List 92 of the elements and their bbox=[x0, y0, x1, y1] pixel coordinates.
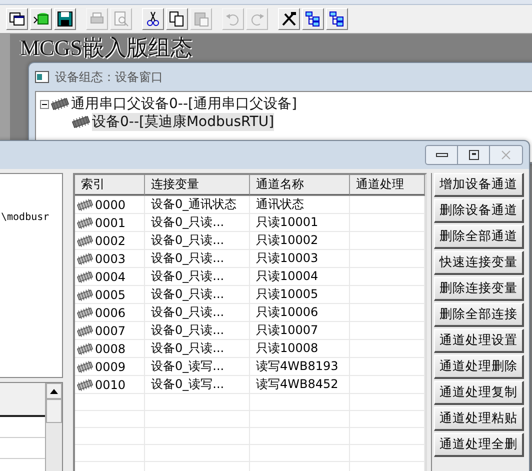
table-cell: 通讯状态 bbox=[256, 196, 304, 213]
command-button[interactable]: 通道处理设置 bbox=[434, 329, 524, 353]
table-cell: 读写4WB8452 bbox=[256, 376, 338, 393]
command-button[interactable]: 通道处理全删 bbox=[434, 433, 524, 457]
chip-icon bbox=[77, 360, 93, 372]
table-cell: 0002 bbox=[95, 234, 126, 248]
table-cell: 只读10008 bbox=[256, 340, 318, 357]
close-icon bbox=[501, 150, 511, 160]
table-cell: 只读10006 bbox=[256, 304, 318, 321]
chip-icon bbox=[72, 116, 90, 128]
table-cell: 设备0_只读... bbox=[151, 232, 224, 249]
table-cell: 0001 bbox=[95, 216, 126, 230]
toolbar-button[interactable] bbox=[302, 8, 324, 30]
magnifier-page-icon bbox=[113, 11, 129, 27]
table-cell: 只读10002 bbox=[256, 232, 318, 249]
toolbar-button[interactable] bbox=[54, 8, 76, 30]
device-path-text: \modbusr bbox=[1, 212, 50, 223]
table-cell: 设备0_只读... bbox=[151, 214, 224, 231]
table-cell: 0000 bbox=[95, 198, 126, 212]
toolbar-button[interactable] bbox=[6, 8, 28, 30]
toolbar-button[interactable] bbox=[142, 8, 164, 30]
table-cell: 只读10007 bbox=[256, 322, 318, 339]
toolbar-button[interactable] bbox=[326, 8, 348, 30]
collapse-toggle-icon[interactable] bbox=[40, 100, 49, 108]
chip-icon bbox=[77, 324, 93, 336]
table-cell: 设备0_读写... bbox=[151, 376, 224, 393]
table-cell: 设备0_读写... bbox=[151, 358, 224, 375]
table-cell: 只读10005 bbox=[256, 286, 318, 303]
table-cell: 设备0_只读... bbox=[151, 322, 224, 339]
command-button[interactable]: 删除设备通道 bbox=[434, 199, 524, 223]
chip-icon bbox=[77, 252, 93, 264]
maximize-icon bbox=[468, 150, 478, 160]
column-header[interactable]: 通道名称 bbox=[250, 175, 350, 195]
table-cell: 0009 bbox=[95, 360, 126, 374]
app-banner-title: MCGS嵌入版组态 bbox=[20, 36, 192, 60]
tree-diagram-icon bbox=[329, 11, 345, 27]
table-cell: 0003 bbox=[95, 252, 126, 266]
command-button[interactable]: 增加设备通道 bbox=[434, 173, 524, 197]
chip-icon bbox=[77, 216, 93, 228]
column-header[interactable]: 索引 bbox=[75, 175, 145, 195]
table-cell: 设备0_只读... bbox=[151, 268, 224, 285]
chip-icon bbox=[51, 98, 69, 110]
table-cell: 设备0_只读... bbox=[151, 286, 224, 303]
chip-icon bbox=[77, 342, 93, 354]
table-cell: 0008 bbox=[95, 342, 126, 356]
table-cell: 0006 bbox=[95, 306, 126, 320]
chip-icon bbox=[77, 234, 93, 246]
command-button[interactable]: 快速连接变量 bbox=[434, 251, 524, 275]
window-icon bbox=[35, 71, 49, 83]
table-cell: 0010 bbox=[95, 378, 126, 392]
toolbar-button[interactable] bbox=[30, 8, 52, 30]
hammer-wrench-icon bbox=[281, 11, 297, 27]
command-button[interactable]: 删除全部通道 bbox=[434, 225, 524, 249]
database-icon bbox=[33, 11, 49, 27]
scroll-up-icon bbox=[50, 388, 58, 394]
tree-diagram-icon bbox=[305, 11, 321, 27]
windows-icon bbox=[9, 11, 25, 27]
table-cell: 0004 bbox=[95, 270, 126, 284]
table-cell: 0005 bbox=[95, 288, 126, 302]
table-cell: 读写4WB8193 bbox=[256, 358, 338, 375]
chip-icon bbox=[77, 306, 93, 318]
redo-arrow-icon bbox=[249, 11, 265, 27]
chip-icon bbox=[77, 288, 93, 300]
tree-item[interactable]: 设备0--[莫迪康ModbusRTU] bbox=[92, 113, 274, 131]
table-cell: 设备0_通讯状态 bbox=[151, 196, 237, 213]
window-title: 设备组态：设备窗口 bbox=[55, 68, 163, 86]
table-cell: 只读10004 bbox=[256, 268, 318, 285]
chip-icon bbox=[77, 378, 93, 390]
column-header[interactable]: 通道处理 bbox=[350, 175, 425, 195]
table-cell: 设备0_只读... bbox=[151, 340, 224, 357]
scissors-icon bbox=[145, 11, 161, 27]
table-cell: 设备0_只读... bbox=[151, 304, 224, 321]
undo-arrow-icon bbox=[225, 11, 241, 27]
table-cell: 只读10001 bbox=[256, 214, 318, 231]
toolbar-button[interactable] bbox=[166, 8, 188, 30]
command-button[interactable]: 通道处理复制 bbox=[434, 381, 524, 405]
minimize-icon bbox=[436, 153, 448, 157]
toolbar-button[interactable] bbox=[278, 8, 300, 30]
clipboard-icon bbox=[193, 11, 209, 27]
column-header[interactable]: 连接变量 bbox=[145, 175, 250, 195]
vertical-scrollbar[interactable] bbox=[45, 383, 62, 471]
copy-icon bbox=[169, 11, 185, 27]
table-cell: 0007 bbox=[95, 324, 126, 338]
command-button[interactable]: 删除全部连接 bbox=[434, 303, 524, 327]
table-cell: 只读10003 bbox=[256, 250, 318, 267]
tree-item[interactable]: 通用串口父设备0--[通用串口父设备] bbox=[71, 95, 297, 113]
chip-icon bbox=[77, 270, 93, 282]
chip-icon bbox=[77, 198, 93, 210]
command-button[interactable]: 删除连接变量 bbox=[434, 277, 524, 301]
command-button[interactable]: 通道处理粘贴 bbox=[434, 407, 524, 431]
table-cell: 设备0_只读... bbox=[151, 250, 224, 267]
command-button[interactable]: 通道处理删除 bbox=[434, 355, 524, 379]
